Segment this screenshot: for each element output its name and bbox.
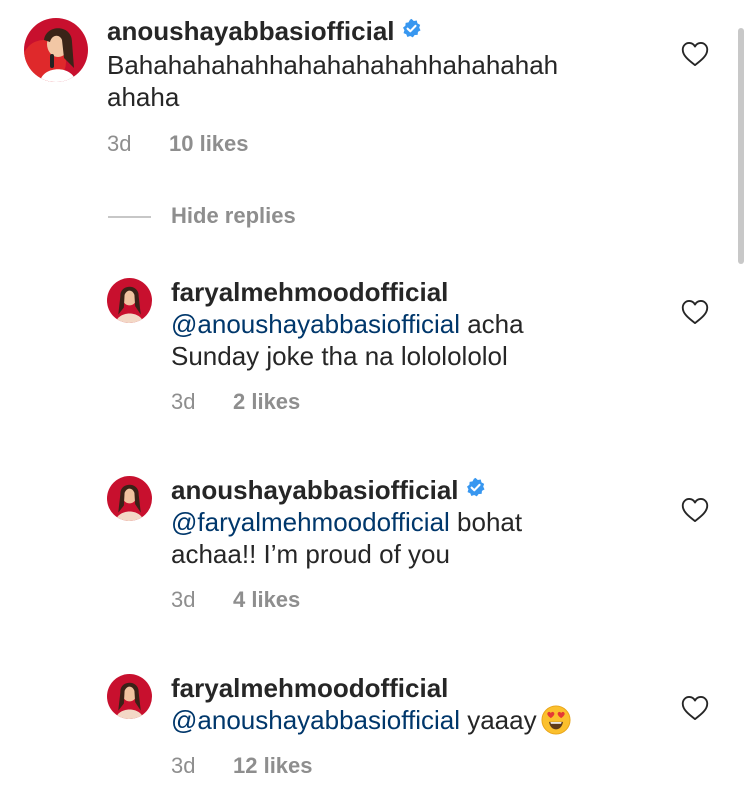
- comment-text-line: @anoushayabbasiofficial acha: [171, 308, 524, 340]
- comment-text: @anoushayabbasiofficial acha Sunday joke…: [171, 308, 524, 372]
- comment-text-fragment: acha: [460, 309, 524, 339]
- comment-username[interactable]: faryalmehmoodofficial: [171, 277, 448, 307]
- comment-meta: 3d 2 likes: [171, 389, 300, 415]
- mention-link[interactable]: @anoushayabbasiofficial: [171, 309, 460, 339]
- avatar[interactable]: [107, 476, 152, 521]
- username-text[interactable]: anoushayabbasiofficial: [171, 475, 459, 505]
- comment-meta: 3d 4 likes: [171, 587, 300, 613]
- comment-text-line: @faryalmehmoodofficial bohat: [171, 506, 522, 538]
- comment-time: 3d: [171, 389, 196, 414]
- comment-time: 3d: [171, 753, 196, 778]
- comment-text-line: ahaha: [107, 82, 180, 112]
- avatar[interactable]: [24, 18, 88, 82]
- username-text[interactable]: faryalmehmoodofficial: [171, 673, 448, 703]
- comment-text-line: Sunday joke tha na lololololol: [171, 341, 508, 371]
- username-text[interactable]: faryalmehmoodofficial: [171, 277, 448, 307]
- heart-outline-icon[interactable]: [681, 41, 709, 67]
- comment-text: @anoushayabbasiofficial yaaay: [171, 704, 571, 736]
- heart-outline-icon[interactable]: [681, 497, 709, 523]
- comment-username[interactable]: anoushayabbasiofficial: [107, 16, 422, 46]
- heart-outline-icon[interactable]: [681, 299, 709, 325]
- comment-text-line: achaa!! I’m proud of you: [171, 539, 450, 569]
- comment-username[interactable]: faryalmehmoodofficial: [171, 673, 448, 703]
- comment-text-fragment: bohat: [449, 507, 523, 537]
- avatar[interactable]: [107, 278, 152, 323]
- heart-eyes-emoji: [541, 705, 571, 735]
- comment-text-line: Bahahahahahhahahahahahhahahahah: [107, 50, 559, 80]
- verified-badge-icon: [465, 477, 486, 498]
- scrollbar[interactable]: [738, 28, 744, 264]
- comment-text-line: @anoushayabbasiofficial yaaay: [171, 704, 571, 736]
- comment-meta: 3d 10 likes: [107, 131, 249, 157]
- mention-link[interactable]: @anoushayabbasiofficial: [171, 705, 460, 735]
- comment-time: 3d: [107, 131, 132, 156]
- avatar[interactable]: [107, 674, 152, 719]
- username-text[interactable]: anoushayabbasiofficial: [107, 16, 395, 46]
- divider-line: [108, 216, 151, 218]
- comment-time: 3d: [171, 587, 196, 612]
- comment-text: @faryalmehmoodofficial bohat achaa!! I’m…: [171, 506, 522, 570]
- likes-count[interactable]: 10 likes: [169, 131, 249, 156]
- likes-count[interactable]: 4 likes: [233, 587, 300, 612]
- comment-username[interactable]: anoushayabbasiofficial: [171, 475, 486, 505]
- likes-count[interactable]: 2 likes: [233, 389, 300, 414]
- comment-text: Bahahahahahhahahahahahhahahahah ahaha: [107, 49, 558, 113]
- verified-badge-icon: [401, 18, 422, 39]
- comment-meta: 3d 12 likes: [171, 753, 313, 779]
- likes-count[interactable]: 12 likes: [233, 753, 313, 778]
- heart-outline-icon[interactable]: [681, 695, 709, 721]
- mention-link[interactable]: @faryalmehmoodofficial: [171, 507, 450, 537]
- hide-replies-label[interactable]: Hide replies: [171, 203, 296, 229]
- comment-text-fragment: yaaay: [460, 705, 537, 735]
